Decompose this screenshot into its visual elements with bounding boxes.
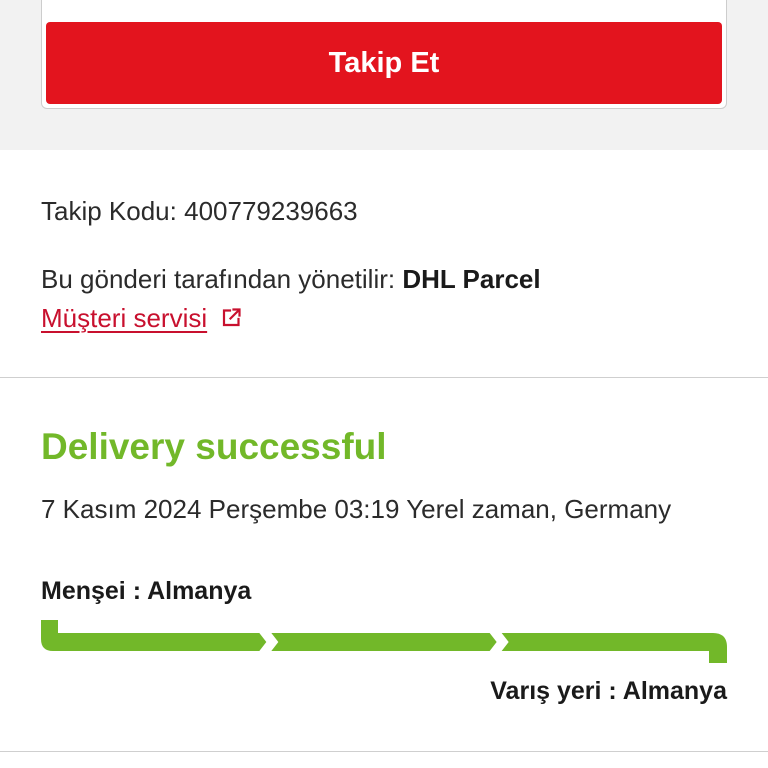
track-form-card: Takip Et [41,0,727,109]
tracking-code-label: Takip Kodu: [41,196,177,226]
external-link-icon [221,307,242,328]
customer-service-link[interactable]: Müşteri servisi [41,303,242,333]
origin-label: Menşei : [41,577,142,605]
progress-segment [501,633,727,663]
tracking-number-input[interactable] [46,0,722,17]
destination-label: Varış yeri : [490,677,617,705]
origin-line: Menşei : Almanya [41,577,251,605]
tracking-code-line: Takip Kodu: 400779239663 [41,196,358,226]
managed-by-line: Bu gönderi tarafından yönetilir: DHL Par… [41,264,541,294]
track-button[interactable]: Takip Et [46,22,722,104]
customer-service-label: Müşteri servisi [41,303,208,333]
delivery-timestamp: 7 Kasım 2024 Perşembe 03:19 Yerel zaman,… [41,494,672,524]
tracking-code-value: 400779239663 [184,196,358,226]
destination-line: Varış yeri : Almanya [490,677,727,705]
progress-segment [41,620,267,651]
section-divider [0,751,768,752]
track-form-section: Takip Et [0,0,768,150]
delivery-progress-bar [41,620,727,663]
carrier-name: DHL Parcel [402,264,541,294]
destination-value: Almanya [622,677,727,705]
section-divider [0,377,768,378]
delivery-status-title: Delivery successful [41,426,387,467]
origin-value: Almanya [147,577,252,605]
progress-segment [271,633,497,651]
managed-by-label: Bu gönderi tarafından yönetilir: [41,264,396,294]
